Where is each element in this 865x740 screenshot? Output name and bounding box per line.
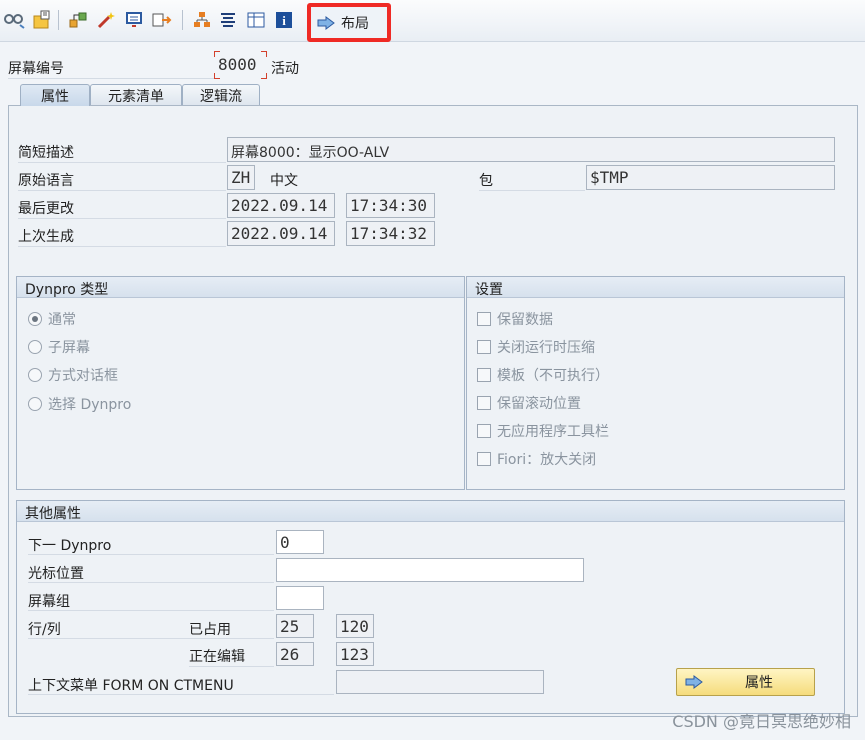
radio-icon bbox=[28, 397, 42, 411]
check-template-label: 模板（不可执行） bbox=[497, 368, 609, 384]
tab-element-list-label: 元素清单 bbox=[108, 88, 164, 105]
watermark: CSDN @竟日冥思绝妙相 bbox=[672, 712, 851, 731]
cursor-position-label: 光标位置 bbox=[28, 566, 84, 582]
radio-selected-icon bbox=[28, 312, 42, 326]
radio-selection-dynpro-label: 选择 Dynpro bbox=[48, 397, 132, 413]
radio-subscreen-label: 子屏幕 bbox=[48, 340, 90, 356]
check-template[interactable]: 模板（不可执行） bbox=[477, 365, 609, 385]
other-object-icon[interactable] bbox=[2, 8, 26, 32]
screen-status: 活动 bbox=[271, 61, 299, 77]
check-fiori-zoom-label: Fiori：放大关闭 bbox=[497, 452, 597, 468]
last-generated-date-field[interactable]: 2022.09.14 bbox=[227, 221, 335, 246]
last-changed-time-field[interactable]: 17:34:30 bbox=[346, 193, 435, 218]
radio-subscreen[interactable]: 子屏幕 bbox=[28, 337, 90, 357]
element-list-icon[interactable] bbox=[244, 8, 268, 32]
attributes-button-label: 属性 bbox=[745, 675, 773, 691]
check-fiori-zoom[interactable]: Fiori：放大关闭 bbox=[477, 449, 596, 469]
package-field[interactable]: $TMP bbox=[586, 165, 835, 190]
cursor-position-field[interactable] bbox=[276, 558, 584, 582]
occupied-row-field[interactable]: 25 bbox=[276, 614, 314, 638]
radio-normal-label: 通常 bbox=[48, 312, 76, 328]
arrow-right-icon bbox=[317, 15, 335, 30]
radio-modal-dialog[interactable]: 方式对话框 bbox=[28, 365, 118, 385]
magic-wand-icon[interactable] bbox=[94, 8, 118, 32]
radio-icon bbox=[28, 340, 42, 354]
screen-number-label: 屏幕编号 bbox=[8, 61, 64, 77]
check-hold-data[interactable]: 保留数据 bbox=[477, 309, 553, 329]
screen-number-field[interactable]: 8000 bbox=[215, 53, 265, 79]
context-menu-label: 上下文菜单 FORM ON CTMENU bbox=[28, 678, 234, 694]
orig-lang-label: 原始语言 bbox=[18, 173, 74, 189]
check-hold-data-label: 保留数据 bbox=[497, 312, 553, 328]
editing-label: 正在编辑 bbox=[189, 649, 245, 665]
screen-group-label: 屏幕组 bbox=[28, 594, 70, 610]
layout-button-label: 布局 bbox=[341, 15, 369, 32]
package-label: 包 bbox=[479, 173, 493, 189]
dynpro-type-title: Dynpro 类型 bbox=[17, 277, 464, 298]
last-generated-time-field[interactable]: 17:34:32 bbox=[346, 221, 435, 246]
row-col-label: 行/列 bbox=[28, 622, 61, 638]
orig-lang-name: 中文 bbox=[270, 173, 298, 189]
screen-group-field[interactable] bbox=[276, 586, 324, 610]
context-menu-field[interactable] bbox=[336, 670, 544, 694]
radio-icon bbox=[28, 368, 42, 382]
element-tree-icon[interactable] bbox=[190, 8, 214, 32]
editing-col-field[interactable]: 123 bbox=[336, 642, 374, 666]
tab-element-list[interactable]: 元素清单 bbox=[90, 84, 182, 106]
checkbox-icon bbox=[477, 452, 491, 466]
screen-test-icon[interactable] bbox=[122, 8, 146, 32]
editing-row-field[interactable]: 26 bbox=[276, 642, 314, 666]
navigate-icon[interactable] bbox=[150, 8, 174, 32]
last-changed-date-field[interactable]: 2022.09.14 bbox=[227, 193, 335, 218]
check-hold-scroll[interactable]: 保留滚动位置 bbox=[477, 393, 581, 413]
short-desc-field[interactable]: 屏幕8000：显示OO-ALV bbox=[227, 137, 835, 162]
check-no-toolbar-label: 无应用程序工具栏 bbox=[497, 424, 609, 440]
checkbox-icon bbox=[477, 368, 491, 382]
check-no-toolbar[interactable]: 无应用程序工具栏 bbox=[477, 421, 609, 441]
next-dynpro-label: 下一 Dynpro bbox=[28, 538, 112, 554]
occupied-col-field[interactable]: 120 bbox=[336, 614, 374, 638]
arrow-right-icon bbox=[685, 675, 703, 689]
short-desc-label: 简短描述 bbox=[18, 145, 74, 161]
checkbox-icon bbox=[477, 424, 491, 438]
application-toolbar: i 布局 bbox=[0, 0, 865, 42]
display-change-icon[interactable] bbox=[30, 8, 54, 32]
check-switch-off-compression-label: 关闭运行时压缩 bbox=[497, 340, 595, 356]
layout-button[interactable]: 布局 bbox=[307, 3, 391, 42]
other-attributes-title: 其他属性 bbox=[17, 501, 844, 522]
tab-flow-logic-label: 逻辑流 bbox=[200, 88, 242, 105]
info-icon[interactable]: i bbox=[272, 8, 296, 32]
tab-attributes[interactable]: 属性 bbox=[20, 84, 90, 106]
check-hold-scroll-label: 保留滚动位置 bbox=[497, 396, 581, 412]
checkbox-icon bbox=[477, 340, 491, 354]
attributes-button[interactable]: 属性 bbox=[676, 668, 815, 696]
last-changed-label: 最后更改 bbox=[18, 201, 74, 217]
checkbox-icon bbox=[477, 396, 491, 410]
checkbox-icon bbox=[477, 312, 491, 326]
tab-flow-logic[interactable]: 逻辑流 bbox=[182, 84, 260, 106]
settings-title: 设置 bbox=[467, 277, 844, 298]
radio-normal[interactable]: 通常 bbox=[28, 309, 76, 329]
occupied-label: 已占用 bbox=[189, 622, 231, 638]
radio-modal-dialog-label: 方式对话框 bbox=[48, 368, 118, 384]
tab-attributes-label: 属性 bbox=[41, 88, 69, 105]
svg-text:i: i bbox=[282, 13, 286, 28]
align-icon[interactable] bbox=[216, 8, 240, 32]
last-generated-label: 上次生成 bbox=[18, 229, 74, 245]
hierarchy-icon[interactable] bbox=[66, 8, 90, 32]
next-dynpro-field[interactable]: 0 bbox=[276, 530, 324, 554]
check-switch-off-compression[interactable]: 关闭运行时压缩 bbox=[477, 337, 595, 357]
orig-lang-code-field[interactable]: ZH bbox=[227, 165, 255, 190]
radio-selection-dynpro[interactable]: 选择 Dynpro bbox=[28, 394, 131, 414]
